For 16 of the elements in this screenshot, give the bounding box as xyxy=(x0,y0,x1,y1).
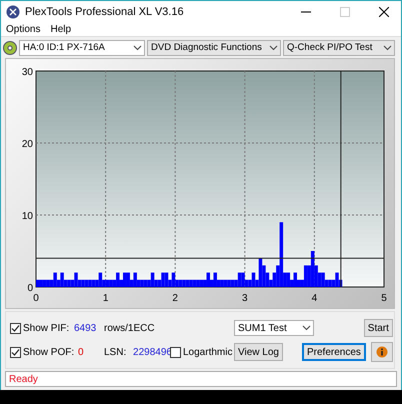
pif-value: 6493 xyxy=(74,322,98,334)
x-tick-label: 1 xyxy=(102,293,108,301)
y-tick-label: 20 xyxy=(22,139,33,150)
x-tick-label: 2 xyxy=(172,293,178,301)
y-tick-label: 30 xyxy=(22,67,33,78)
lsn-label: LSN: xyxy=(104,346,126,358)
x-tick-label: 5 xyxy=(381,293,387,301)
y-tick-label: 10 xyxy=(22,211,33,222)
window-title: PlexTools Professional XL V3.16 xyxy=(25,6,185,18)
status-text: Ready xyxy=(9,374,38,384)
x-tick-label: 3 xyxy=(242,293,248,301)
pof-value: 0 xyxy=(77,346,85,358)
x-tick-label: 0 xyxy=(33,293,39,301)
y-tick-label: 0 xyxy=(27,283,33,294)
x-tick-label: 4 xyxy=(312,293,318,301)
unit-label: rows/1ECC xyxy=(104,322,156,334)
